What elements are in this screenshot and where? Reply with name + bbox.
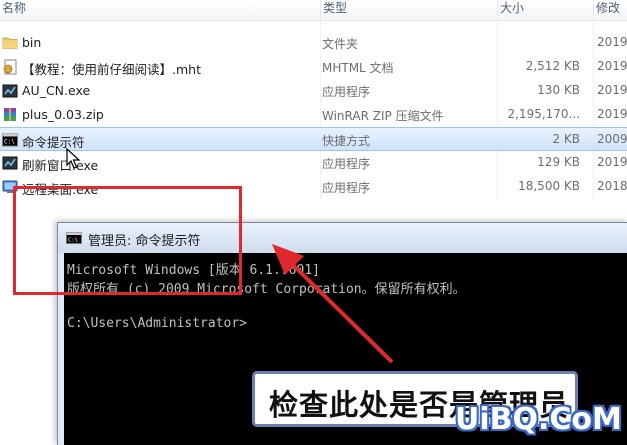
file-row-selected[interactable]: C:\ 命令提示符 快捷方式 2 KB 2009 (0, 127, 627, 151)
exe-app-icon (2, 84, 18, 98)
file-row[interactable]: 【教程：使用前仔细阅读】.mht MHTML 文档 2,512 KB 2019 (0, 55, 627, 79)
file-type: WinRAR ZIP 压缩文件 (322, 109, 444, 123)
file-date: 2019 (597, 155, 627, 169)
file-size: 129 KB (537, 155, 580, 169)
file-date: 2009 (597, 132, 627, 146)
column-header-type[interactable]: 类型 (320, 0, 497, 20)
file-type: 文件夹 (322, 37, 359, 51)
file-date: 2019 (597, 107, 627, 121)
mht-document-icon (3, 59, 17, 75)
column-header-size[interactable]: 大小 (497, 0, 593, 20)
file-name: AU_CN.exe (22, 83, 91, 98)
exe-app-icon (2, 156, 18, 170)
file-date: 2018 (597, 179, 627, 193)
file-type: 应用程序 (322, 85, 371, 99)
file-row[interactable]: 刷新窗口.exe 应用程序 129 KB 2019 (0, 151, 627, 175)
column-header-bar: 名称 类型 大小 修改 (0, 0, 627, 21)
site-watermark: UiBQ.CoM (455, 402, 622, 437)
file-size: 2 KB (552, 132, 580, 146)
file-name: 刷新窗口.exe (22, 158, 99, 173)
file-row[interactable]: plus_0.03.zip WinRAR ZIP 压缩文件 2,195,170.… (0, 103, 627, 127)
file-type: 应用程序 (322, 157, 371, 171)
file-type: MHTML 文档 (322, 61, 394, 75)
file-size: 2,512 KB (525, 59, 580, 73)
file-size: 130 KB (537, 83, 580, 97)
console-prompt: C:\Users\Administrator> (67, 316, 248, 331)
svg-text:C:\: C:\ (4, 139, 15, 146)
file-name: 【教程：使用前仔细阅读】.mht (22, 62, 201, 77)
file-date: 2019 (597, 83, 627, 97)
file-type: 快捷方式 (322, 134, 371, 148)
file-type: 应用程序 (322, 181, 371, 195)
file-date: 2019 (597, 59, 627, 73)
winrar-archive-icon (4, 108, 16, 121)
file-size: 18,500 KB (518, 179, 580, 193)
cmd-shortcut-icon: C:\ (2, 133, 18, 147)
file-row[interactable]: AU_CN.exe 应用程序 130 KB 2019 (0, 79, 627, 103)
file-row[interactable]: bin 文件夹 2019 (0, 31, 627, 55)
file-date: 2019 (597, 35, 627, 49)
file-name: plus_0.03.zip (22, 107, 104, 122)
column-header-name[interactable]: 名称 (0, 0, 320, 20)
file-size: 2,195,170... (507, 107, 580, 121)
file-name: bin (22, 35, 42, 50)
column-header-date[interactable]: 修改 (593, 0, 627, 20)
folder-icon (2, 37, 18, 49)
mouse-pointer-icon (66, 148, 81, 169)
highlight-box (13, 186, 242, 295)
